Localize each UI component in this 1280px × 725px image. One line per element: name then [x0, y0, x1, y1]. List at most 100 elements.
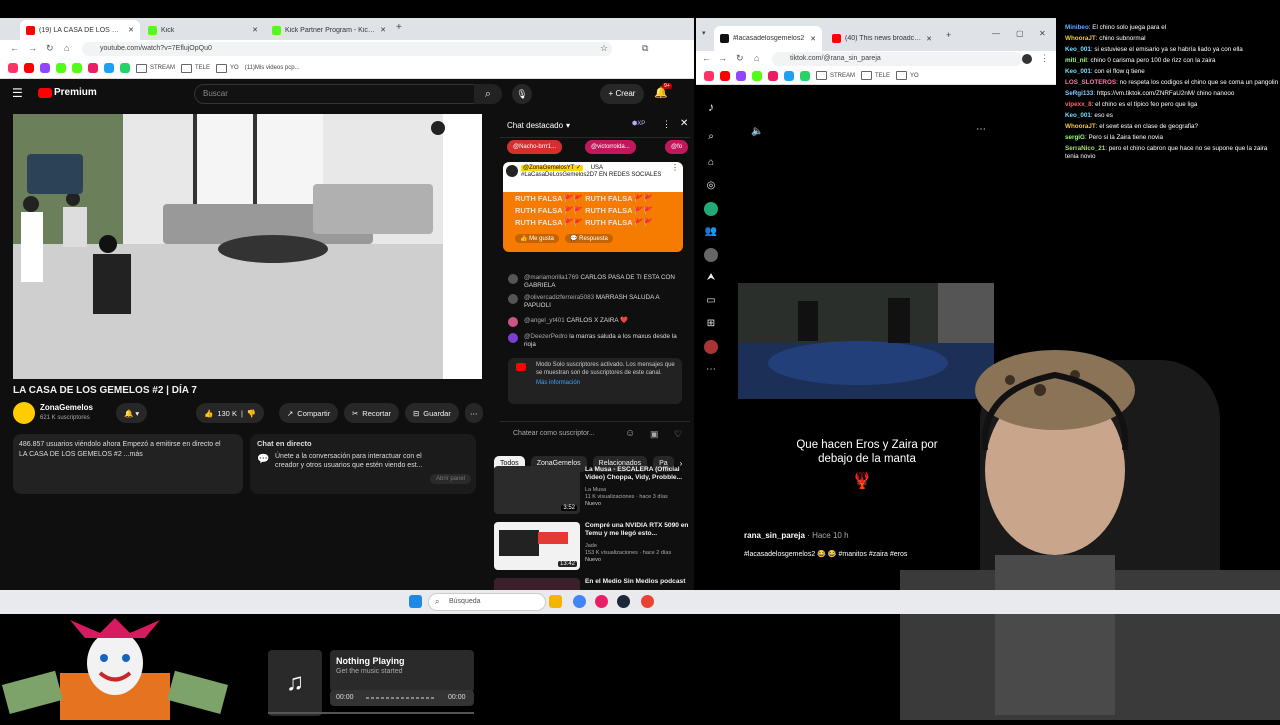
search-icon[interactable]: ⌕: [474, 84, 502, 104]
video-thumbnail[interactable]: [494, 578, 580, 590]
close-window-icon[interactable]: ✕: [1039, 29, 1046, 38]
bookmark-folder[interactable]: TELE: [181, 64, 210, 73]
url-field[interactable]: tiktok.com/@rana_sin_pareja: [772, 52, 1022, 66]
author-username[interactable]: rana_sin_pareja: [744, 531, 805, 540]
save-button[interactable]: ⊟ Guardar: [405, 403, 459, 423]
more-icon[interactable]: ⋮: [1040, 53, 1049, 64]
taskbar-search[interactable]: ⌕ Búsqueda: [428, 593, 546, 611]
messages-icon[interactable]: ▭: [704, 294, 718, 308]
bookmark-icon[interactable]: [784, 70, 794, 81]
bookmark-icon[interactable]: [24, 63, 34, 73]
bookmark-icon[interactable]: [56, 63, 66, 73]
url-field[interactable]: youtube.com/watch?v=7EflujOpQu0: [82, 42, 612, 56]
youtube-logo-text[interactable]: Premium: [54, 87, 97, 98]
tab-kick[interactable]: Kick ✕: [142, 20, 264, 40]
upload-icon[interactable]: ⊞: [704, 317, 718, 331]
youtube-logo-icon[interactable]: [38, 88, 52, 98]
bookmark-icon[interactable]: [768, 70, 778, 81]
superchat-pill[interactable]: @Nacho-brrr1...: [507, 140, 563, 154]
tab-kick-partner[interactable]: Kick Partner Program - Kick Da ✕: [266, 20, 392, 40]
more-icon[interactable]: ⋮: [662, 119, 671, 130]
video-thumbnail[interactable]: 13:42: [494, 522, 580, 570]
more-info-link[interactable]: Más información: [536, 380, 676, 388]
tab-search-icon[interactable]: ▾: [702, 29, 706, 37]
more-icon[interactable]: ⋮: [671, 164, 679, 172]
recommendation-item[interactable]: En el Medio Sin Medios podcast: [494, 578, 694, 590]
bookmark-folder[interactable]: STREAM: [136, 64, 175, 73]
heart-icon[interactable]: ♡: [674, 422, 682, 446]
pinned-message[interactable]: @ZonaGemelosYT ✓ USA #LaCasaDeLosGemelos…: [503, 162, 683, 252]
close-icon[interactable]: ✕: [380, 26, 386, 34]
new-tab-icon[interactable]: +: [946, 30, 951, 40]
obs-icon[interactable]: [595, 595, 608, 608]
microphone-icon[interactable]: 🎙: [512, 84, 532, 104]
close-icon[interactable]: ✕: [128, 26, 134, 34]
live-avatar[interactable]: [704, 248, 718, 262]
points-icon[interactable]: ⬢XP: [632, 120, 645, 127]
more-icon[interactable]: ⋯: [465, 403, 483, 423]
bookmark-icon[interactable]: [8, 63, 18, 73]
like-button[interactable]: 👍 130 K | 👎: [196, 403, 265, 423]
back-icon[interactable]: ←: [10, 43, 19, 53]
chrome-profile-icon[interactable]: [641, 595, 654, 608]
tab-youtube[interactable]: (19) LA CASA DE LOS GEMEL ✕: [20, 20, 140, 40]
bookmark-icon[interactable]: [120, 63, 130, 73]
bookmark-icon[interactable]: [88, 63, 98, 73]
close-icon[interactable]: ✕: [252, 26, 258, 34]
avatar[interactable]: [13, 402, 35, 424]
reload-icon[interactable]: ↻: [46, 43, 54, 54]
super-chat-icon[interactable]: ▣: [650, 422, 659, 446]
minimize-icon[interactable]: —: [992, 29, 1000, 38]
extensions-icon[interactable]: ⧉: [642, 43, 648, 54]
thumb-down-icon[interactable]: 👎: [247, 409, 256, 418]
profile-avatar[interactable]: [704, 340, 718, 354]
search-icon[interactable]: ⌕: [704, 130, 718, 144]
back-icon[interactable]: ←: [702, 53, 711, 63]
bookmark-icon[interactable]: [104, 63, 114, 73]
bookmark-icon[interactable]: [752, 70, 762, 81]
volume-icon[interactable]: 🔈: [751, 126, 763, 137]
reply-button[interactable]: 💬 Respuesta: [565, 234, 613, 243]
chrome-icon[interactable]: [573, 595, 586, 608]
bookmark-icon[interactable]: [40, 63, 50, 73]
channel-name[interactable]: ZonaGemelos: [40, 403, 93, 412]
friends-icon[interactable]: 👥: [704, 225, 718, 239]
video-player[interactable]: [13, 114, 482, 379]
explore-icon[interactable]: ◎: [704, 179, 718, 193]
create-button[interactable]: + Crear: [600, 84, 644, 104]
reload-icon[interactable]: ↻: [736, 53, 744, 64]
more-icon[interactable]: ⋯: [976, 124, 986, 135]
windows-start-icon[interactable]: [409, 595, 422, 608]
clip-button[interactable]: ✂ Recortar: [344, 403, 400, 423]
home-icon[interactable]: ⌂: [704, 156, 718, 170]
tiktok-logo-icon[interactable]: ♪: [704, 100, 718, 114]
following-avatar[interactable]: [704, 202, 718, 216]
bookmark-icon[interactable]: [800, 70, 810, 81]
star-icon[interactable]: ☆: [600, 43, 608, 54]
description-box[interactable]: 486.857 usuarios viéndolo ahora Empezó a…: [13, 434, 243, 494]
bookmark-icon[interactable]: [736, 70, 746, 81]
file-explorer-icon[interactable]: [549, 595, 562, 608]
profile-avatar[interactable]: [1022, 54, 1032, 64]
tab-youtube-news[interactable]: (40) This news broadcast ra ✕: [826, 26, 938, 51]
more-icon[interactable]: ⋯: [704, 363, 718, 377]
home-icon[interactable]: ⌂: [64, 43, 69, 53]
bookmark-icon[interactable]: [72, 63, 82, 73]
open-panel-button[interactable]: Abrir panel: [430, 474, 472, 484]
bookmark-folder[interactable]: YO: [216, 64, 239, 73]
video-thumbnail[interactable]: 3:52: [494, 466, 580, 514]
close-icon[interactable]: ✕: [680, 118, 688, 129]
steam-icon[interactable]: [617, 595, 630, 608]
share-button[interactable]: ↗ Compartir: [279, 403, 339, 423]
chat-mode-dropdown[interactable]: Chat destacado: [507, 121, 563, 130]
bookmark-folder[interactable]: YO: [896, 71, 919, 80]
emoji-icon[interactable]: ☺: [625, 422, 635, 446]
forward-icon[interactable]: →: [718, 53, 727, 63]
bookmark-icon[interactable]: [720, 70, 730, 81]
bookmark-folder[interactable]: STREAM: [816, 71, 855, 80]
superchat-pill[interactable]: @victorrolda...: [585, 140, 636, 154]
recommendation-item[interactable]: 3:52 La Musa - ESCALERA (Official Video)…: [494, 466, 694, 518]
bookmark-folder[interactable]: TELE: [861, 71, 890, 80]
send-icon[interactable]: ⮝: [704, 271, 718, 285]
chevron-down-icon[interactable]: ▾: [566, 121, 570, 130]
